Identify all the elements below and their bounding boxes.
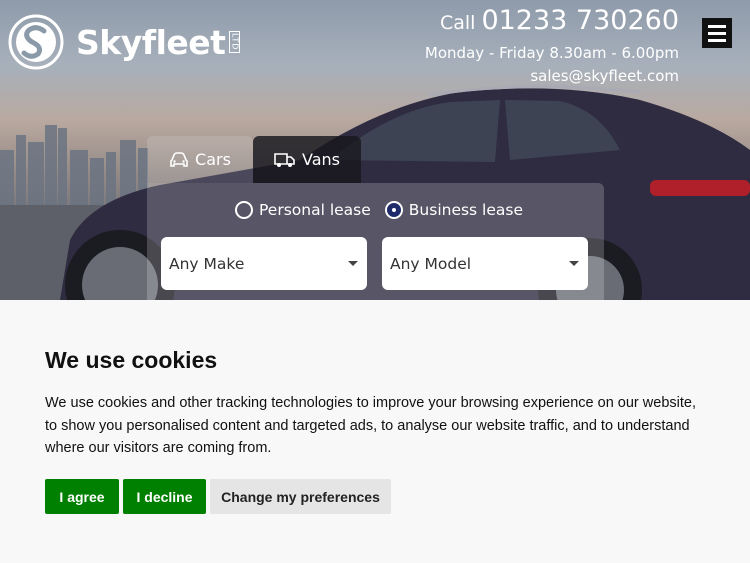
brand-logo[interactable]: Skyfleet LTD (8, 14, 241, 70)
phone-number[interactable]: 01233 730260 (481, 5, 679, 36)
make-select[interactable]: Any Make (161, 237, 367, 290)
van-icon (274, 152, 295, 167)
chevron-down-icon (348, 261, 358, 266)
business-lease-label: Business lease (408, 201, 524, 219)
menu-bar (708, 38, 726, 42)
agree-button[interactable]: I agree (45, 479, 119, 514)
model-select[interactable]: Any Model (382, 237, 588, 290)
car-icon (170, 151, 188, 167)
decline-button[interactable]: I decline (123, 479, 206, 514)
call-label: Call (439, 12, 476, 34)
phone-line[interactable]: Call 01233 730260 (425, 6, 679, 38)
opening-hours: Monday - Friday 8.30am - 6.00pm (424, 44, 679, 62)
skyfleet-logo-icon (8, 14, 64, 70)
tab-cars-label: Cars (195, 150, 231, 169)
lease-type-options: Personal lease Business lease (235, 201, 523, 219)
cookie-title: We use cookies (45, 347, 218, 373)
hamburger-menu-button[interactable] (702, 18, 732, 48)
business-lease-option[interactable]: Business lease (384, 201, 524, 219)
brand-name: Skyfleet (76, 22, 226, 62)
menu-bar (708, 24, 726, 28)
cookie-banner: We use cookies We use cookies and other … (0, 300, 750, 563)
business-lease-radio[interactable] (384, 201, 403, 219)
model-select-value: Any Model (390, 254, 472, 273)
tab-vans[interactable]: Vans (253, 136, 361, 183)
tab-vans-label: Vans (302, 150, 340, 169)
make-select-value: Any Make (169, 254, 245, 273)
tab-cars[interactable]: Cars (147, 136, 253, 183)
vehicle-type-tabs: Cars Vans (147, 136, 361, 183)
personal-lease-label: Personal lease (259, 201, 371, 219)
menu-bar (708, 31, 726, 35)
chevron-down-icon (569, 261, 579, 266)
change-preferences-button[interactable]: Change my preferences (210, 479, 391, 514)
contact-info: Call 01233 730260 Monday - Friday 8.30am … (425, 6, 679, 87)
brand-suffix: LTD (229, 31, 241, 53)
hero-banner: Skyfleet LTD Call 01233 730260 Monday - F… (0, 0, 750, 300)
cookie-body: We use cookies and other tracking techno… (45, 395, 696, 456)
email-link[interactable]: sales@skyfleet.com (425, 65, 679, 87)
personal-lease-option[interactable]: Personal lease (235, 201, 371, 219)
personal-lease-radio[interactable] (235, 201, 253, 219)
search-panel: Personal lease Business lease Any Make A… (147, 183, 604, 300)
